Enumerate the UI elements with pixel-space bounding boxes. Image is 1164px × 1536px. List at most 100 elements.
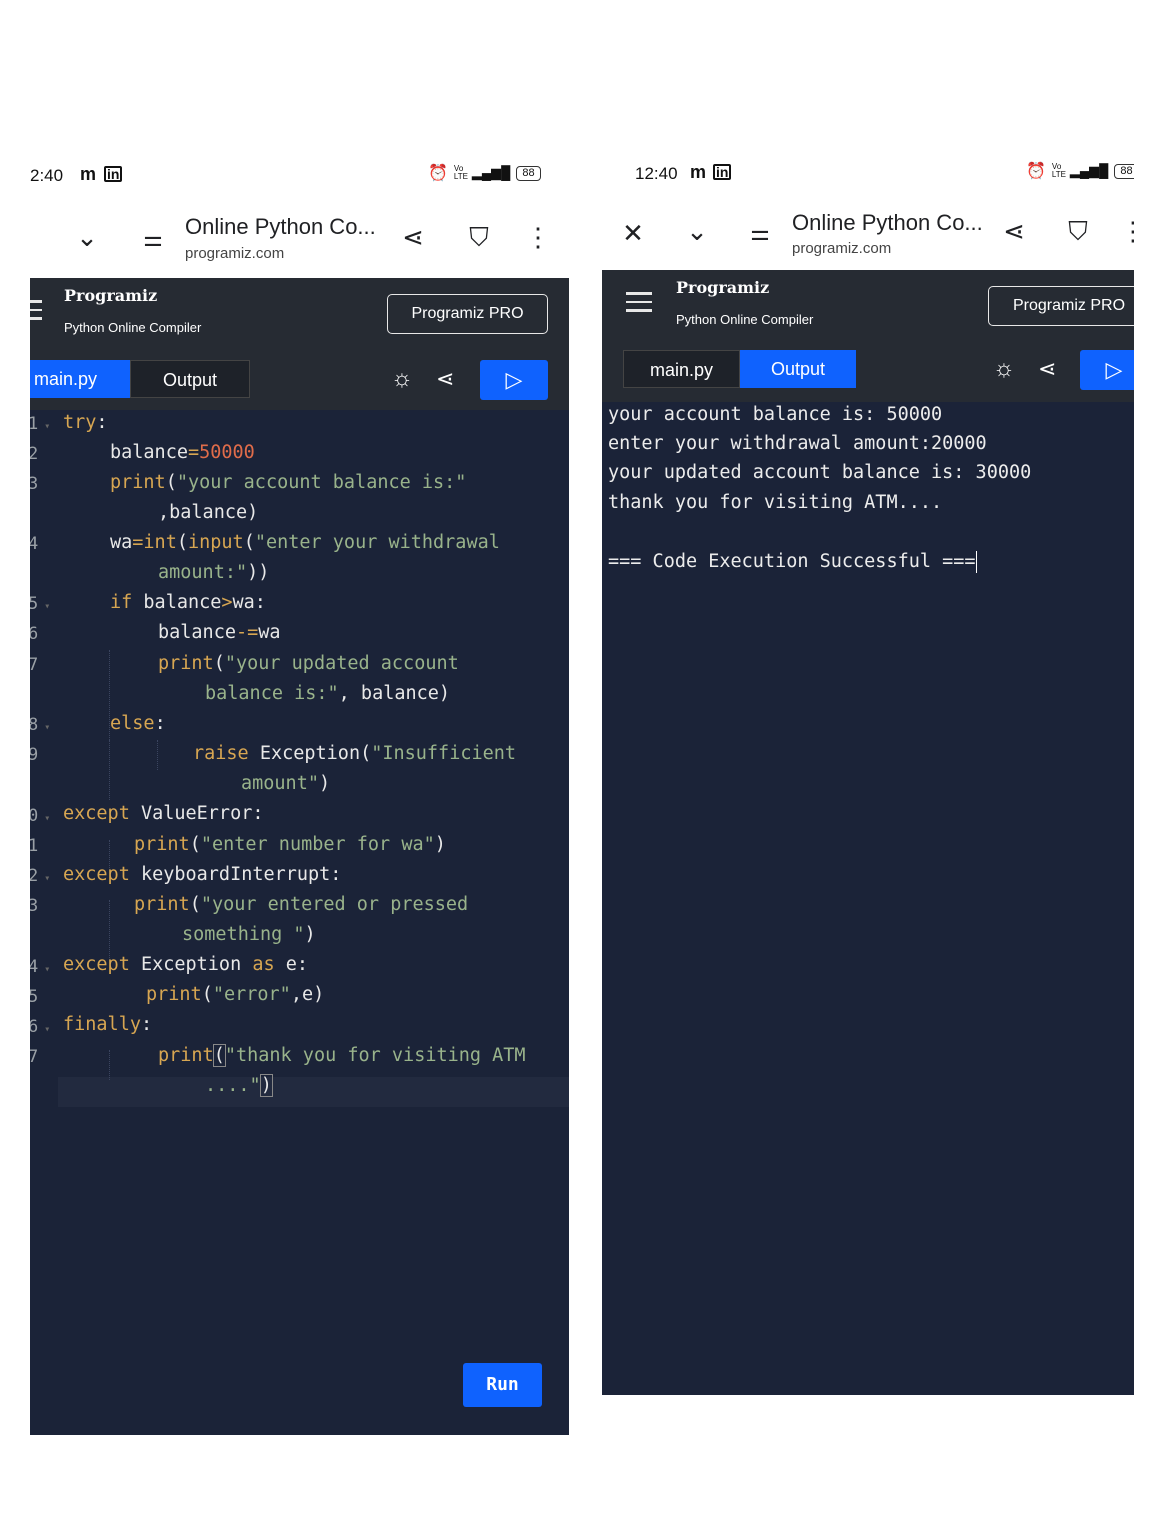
linkedin-icon: in — [104, 166, 123, 182]
status-bar: 12:40 m in ⏰ Vo LTE ▂▄▆█ 88 — [602, 150, 1134, 202]
indent-guide — [109, 740, 110, 800]
menu-icon[interactable] — [30, 300, 42, 320]
share-code-icon[interactable]: ⋖ — [436, 362, 454, 396]
line-number: 7 — [30, 1047, 39, 1067]
code-line: finally: — [63, 1014, 153, 1035]
code-line: ,balance) — [158, 502, 259, 523]
tab-main-py[interactable]: main.py — [30, 360, 134, 398]
text-cursor — [975, 551, 978, 573]
code-line: except keyboardInterrupt: — [63, 864, 342, 885]
code-line: print("your account balance is:" — [110, 472, 467, 493]
alarm-icon: ⏰ — [428, 165, 448, 182]
active-line-highlight — [58, 1077, 569, 1107]
code-line: balance-=wa — [158, 622, 281, 643]
m-app-icon: m — [690, 162, 707, 182]
run-button[interactable]: Run — [463, 1363, 542, 1407]
output-line: enter your withdrawal amount:20000 — [608, 433, 987, 454]
line-number: 3 — [30, 896, 39, 916]
share-code-icon[interactable]: ⋖ — [1038, 352, 1056, 386]
code-line: try: — [63, 412, 108, 433]
programiz-app: Programiz Python Online Compiler Program… — [602, 270, 1134, 1395]
code-line: balance is:", balance) — [205, 683, 451, 704]
page-title: Online Python Co... — [185, 214, 376, 239]
output-line: === Code Execution Successful === — [608, 551, 978, 573]
close-icon[interactable]: ✕ — [616, 218, 650, 248]
battery-icon: 88 — [1114, 163, 1134, 179]
code-line: print("thank you for visiting ATM — [158, 1044, 526, 1067]
page-url: programiz.com — [185, 245, 285, 262]
run-play-button[interactable]: ▷ — [1080, 350, 1134, 390]
line-number: 4 — [30, 534, 39, 554]
share-icon[interactable]: ⋖ — [997, 216, 1031, 246]
theme-toggle-icon[interactable]: ☼ — [993, 352, 1015, 386]
status-time: 2:40 — [30, 166, 64, 185]
line-number: 6 — [30, 624, 39, 644]
battery-icon: 88 — [516, 165, 541, 181]
code-editor[interactable]: 1 ▾ 2 3 4 5 ▾ 6 7 8 ▾ 9 0 ▾ 1 2 ▾ 3 4 ▾ 5 6 ▾ 7… — [30, 410, 569, 1435]
programiz-pro-button[interactable]: Programiz PRO — [988, 286, 1134, 326]
linkedin-icon: in — [713, 164, 732, 180]
line-number: 1 — [30, 836, 39, 856]
line-number: 8 ▾ — [30, 715, 51, 735]
line-number: 0 ▾ — [30, 806, 51, 826]
line-number: 2 — [30, 444, 39, 464]
more-menu-icon[interactable]: ⋮ — [521, 222, 555, 252]
bookmark-icon[interactable]: ⛉ — [462, 222, 496, 252]
output-line: thank you for visiting ATM.... — [608, 492, 943, 513]
editor-tabbar: main.py Output ☼ ⋖ ▷ — [602, 340, 1134, 402]
bookmark-icon[interactable]: ⛉ — [1061, 216, 1095, 246]
share-icon[interactable]: ⋖ — [396, 222, 430, 252]
chevron-down-icon[interactable]: ⌄ — [680, 216, 714, 246]
tab-output[interactable]: Output — [740, 350, 856, 388]
status-icons: ⏰ Vo LTE ▂▄▆█ 88 — [1026, 161, 1134, 181]
line-number: 6 ▾ — [30, 1017, 51, 1037]
volte-icon: Vo LTE — [1051, 162, 1066, 179]
code-line: balance=50000 — [110, 442, 255, 463]
line-number: 9 — [30, 745, 39, 765]
indent-guide — [109, 1050, 110, 1080]
status-icons: ⏰ Vo LTE ▂▄▆█ 88 — [428, 163, 541, 183]
line-number: 1 ▾ — [30, 414, 51, 434]
code-line: print("error",e) — [146, 984, 325, 1005]
tab-output[interactable]: Output — [130, 360, 250, 398]
signal-icon: ▂▄▆█ — [471, 165, 511, 180]
line-number: 5 — [30, 987, 39, 1007]
indent-guide — [157, 740, 158, 770]
code-line: raise Exception("Insufficient — [193, 743, 517, 764]
code-line: amount") — [241, 773, 331, 794]
m-app-icon: m — [80, 164, 97, 184]
code-line: except Exception as e: — [63, 954, 309, 975]
line-number: 2 ▾ — [30, 866, 51, 886]
status-time: 12:40 — [635, 164, 678, 183]
status-bar: 2:40 m in ⏰ Vo LTE ▂▄▆█ 88 — [30, 150, 569, 202]
code-line: print("your entered or pressed — [134, 894, 469, 915]
app-header: Programiz Python Online Compiler Program… — [602, 270, 1134, 340]
programiz-pro-button[interactable]: Programiz PRO — [387, 294, 548, 334]
theme-toggle-icon[interactable]: ☼ — [391, 362, 413, 396]
signal-icon: ▂▄▆█ — [1069, 163, 1109, 178]
code-line: something ") — [182, 924, 316, 945]
site-settings-icon[interactable]: ⚌ — [136, 224, 170, 254]
chevron-down-icon[interactable]: ⌄ — [70, 222, 104, 252]
line-number: 5 ▾ — [30, 594, 51, 614]
code-line: print("your updated account — [158, 653, 459, 674]
alarm-icon: ⏰ — [1026, 163, 1046, 180]
line-number: 3 — [30, 474, 39, 494]
app-subtitle: Python Online Compiler — [676, 312, 814, 327]
line-number: 7 — [30, 655, 39, 675]
tab-main-py[interactable]: main.py — [623, 350, 740, 388]
text-cursor — [271, 1075, 274, 1097]
line-number: 4 ▾ — [30, 957, 51, 977]
left-screenshot: 2:40 m in ⏰ Vo LTE ▂▄▆█ 88 ⌄ ⚌ Online Py… — [30, 150, 569, 1435]
site-settings-icon[interactable]: ⚌ — [743, 218, 777, 248]
more-menu-icon[interactable]: ⋮ — [1116, 216, 1134, 246]
code-line: print("enter number for wa") — [134, 834, 446, 855]
page-url: programiz.com — [792, 240, 892, 257]
menu-icon[interactable] — [626, 292, 652, 312]
page-title: Online Python Co... — [792, 210, 983, 235]
output-line: your account balance is: 50000 — [608, 404, 943, 425]
run-play-button[interactable]: ▷ — [480, 360, 548, 400]
code-line: amount:")) — [158, 562, 270, 583]
code-line: except ValueError: — [63, 803, 264, 824]
output-console: your account balance is: 50000 enter you… — [602, 398, 1134, 1395]
